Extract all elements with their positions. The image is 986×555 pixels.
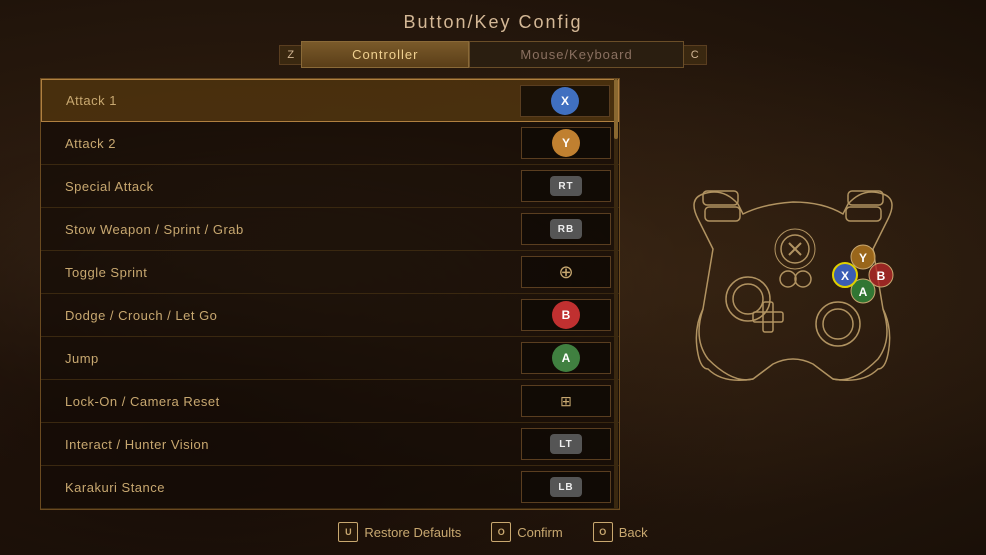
confirm-icon: O [491, 522, 511, 542]
row-binding: RT [521, 170, 611, 202]
tab-left-icon: Z [279, 45, 301, 65]
bottom-bar: U Restore Defaults O Confirm O Back [0, 514, 986, 550]
restore-label: Restore Defaults [364, 525, 461, 540]
row-label: Attack 1 [46, 93, 520, 108]
scrollbar-thumb [614, 79, 618, 139]
table-row[interactable]: Interact / Hunter Vision LT [41, 423, 619, 466]
table-row[interactable]: Attack 2 Y [41, 122, 619, 165]
row-binding: X [520, 85, 610, 117]
row-binding: RB [521, 213, 611, 245]
row-label: Jump [45, 351, 521, 366]
config-list: Attack 1 X Attack 2 Y Special Attack RT … [40, 78, 620, 510]
row-binding: LB [521, 471, 611, 503]
row-label: Stow Weapon / Sprint / Grab [45, 222, 521, 237]
main-content: Attack 1 X Attack 2 Y Special Attack RT … [0, 78, 986, 510]
dpad2-badge: ⊞ [560, 393, 572, 410]
confirm-label: Confirm [517, 525, 563, 540]
button-badge: Y [552, 129, 580, 157]
back-icon: O [593, 522, 613, 542]
table-row[interactable]: Jump A [41, 337, 619, 380]
svg-text:X: X [841, 269, 849, 283]
tab-right-icon: C [684, 45, 707, 65]
shoulder-badge: RB [550, 219, 582, 239]
tab-mouse-keyboard[interactable]: Mouse/Keyboard [469, 41, 683, 68]
row-binding: ⊕ [521, 256, 611, 288]
svg-text:A: A [859, 285, 868, 299]
row-binding: ⊞ [521, 385, 611, 417]
row-label: Special Attack [45, 179, 521, 194]
svg-text:Y: Y [859, 251, 867, 265]
back-label: Back [619, 525, 648, 540]
tabs-row: Z Controller Mouse/Keyboard C [0, 41, 986, 68]
scrollbar[interactable] [614, 79, 618, 509]
row-label: Karakuri Stance [45, 480, 521, 495]
table-row[interactable]: Dodge / Crouch / Let Go B [41, 294, 619, 337]
button-badge: X [551, 87, 579, 115]
restore-icon: U [338, 522, 358, 542]
table-row[interactable]: Toggle Sprint ⊕ [41, 251, 619, 294]
trigger-left-badge: LT [550, 434, 582, 454]
button-badge: B [552, 301, 580, 329]
back-action[interactable]: O Back [593, 522, 648, 542]
row-label: Dodge / Crouch / Let Go [45, 308, 521, 323]
row-label: Lock-On / Camera Reset [45, 394, 521, 409]
tab-controller[interactable]: Controller [301, 41, 469, 68]
restore-defaults-action[interactable]: U Restore Defaults [338, 522, 461, 542]
page-title: Button/Key Config [0, 0, 986, 41]
button-badge: A [552, 344, 580, 372]
table-row[interactable]: Stow Weapon / Sprint / Grab RB [41, 208, 619, 251]
confirm-action[interactable]: O Confirm [491, 522, 563, 542]
controller-image: Y B A X [643, 169, 943, 399]
table-row[interactable]: Karakuri Stance LB [41, 466, 619, 509]
trigger-badge: RT [550, 176, 582, 196]
controller-area: Y B A X [640, 78, 946, 510]
dpad-badge: ⊕ [558, 262, 573, 283]
row-label: Attack 2 [45, 136, 521, 151]
row-binding: LT [521, 428, 611, 460]
row-binding: B [521, 299, 611, 331]
svg-text:B: B [877, 269, 886, 283]
table-row[interactable]: Attack 1 X [41, 79, 619, 122]
row-binding: Y [521, 127, 611, 159]
row-label: Interact / Hunter Vision [45, 437, 521, 452]
table-row[interactable]: Special Attack RT [41, 165, 619, 208]
row-label: Toggle Sprint [45, 265, 521, 280]
table-row[interactable]: Lock-On / Camera Reset ⊞ [41, 380, 619, 423]
row-binding: A [521, 342, 611, 374]
shoulder-left-badge: LB [550, 477, 582, 497]
